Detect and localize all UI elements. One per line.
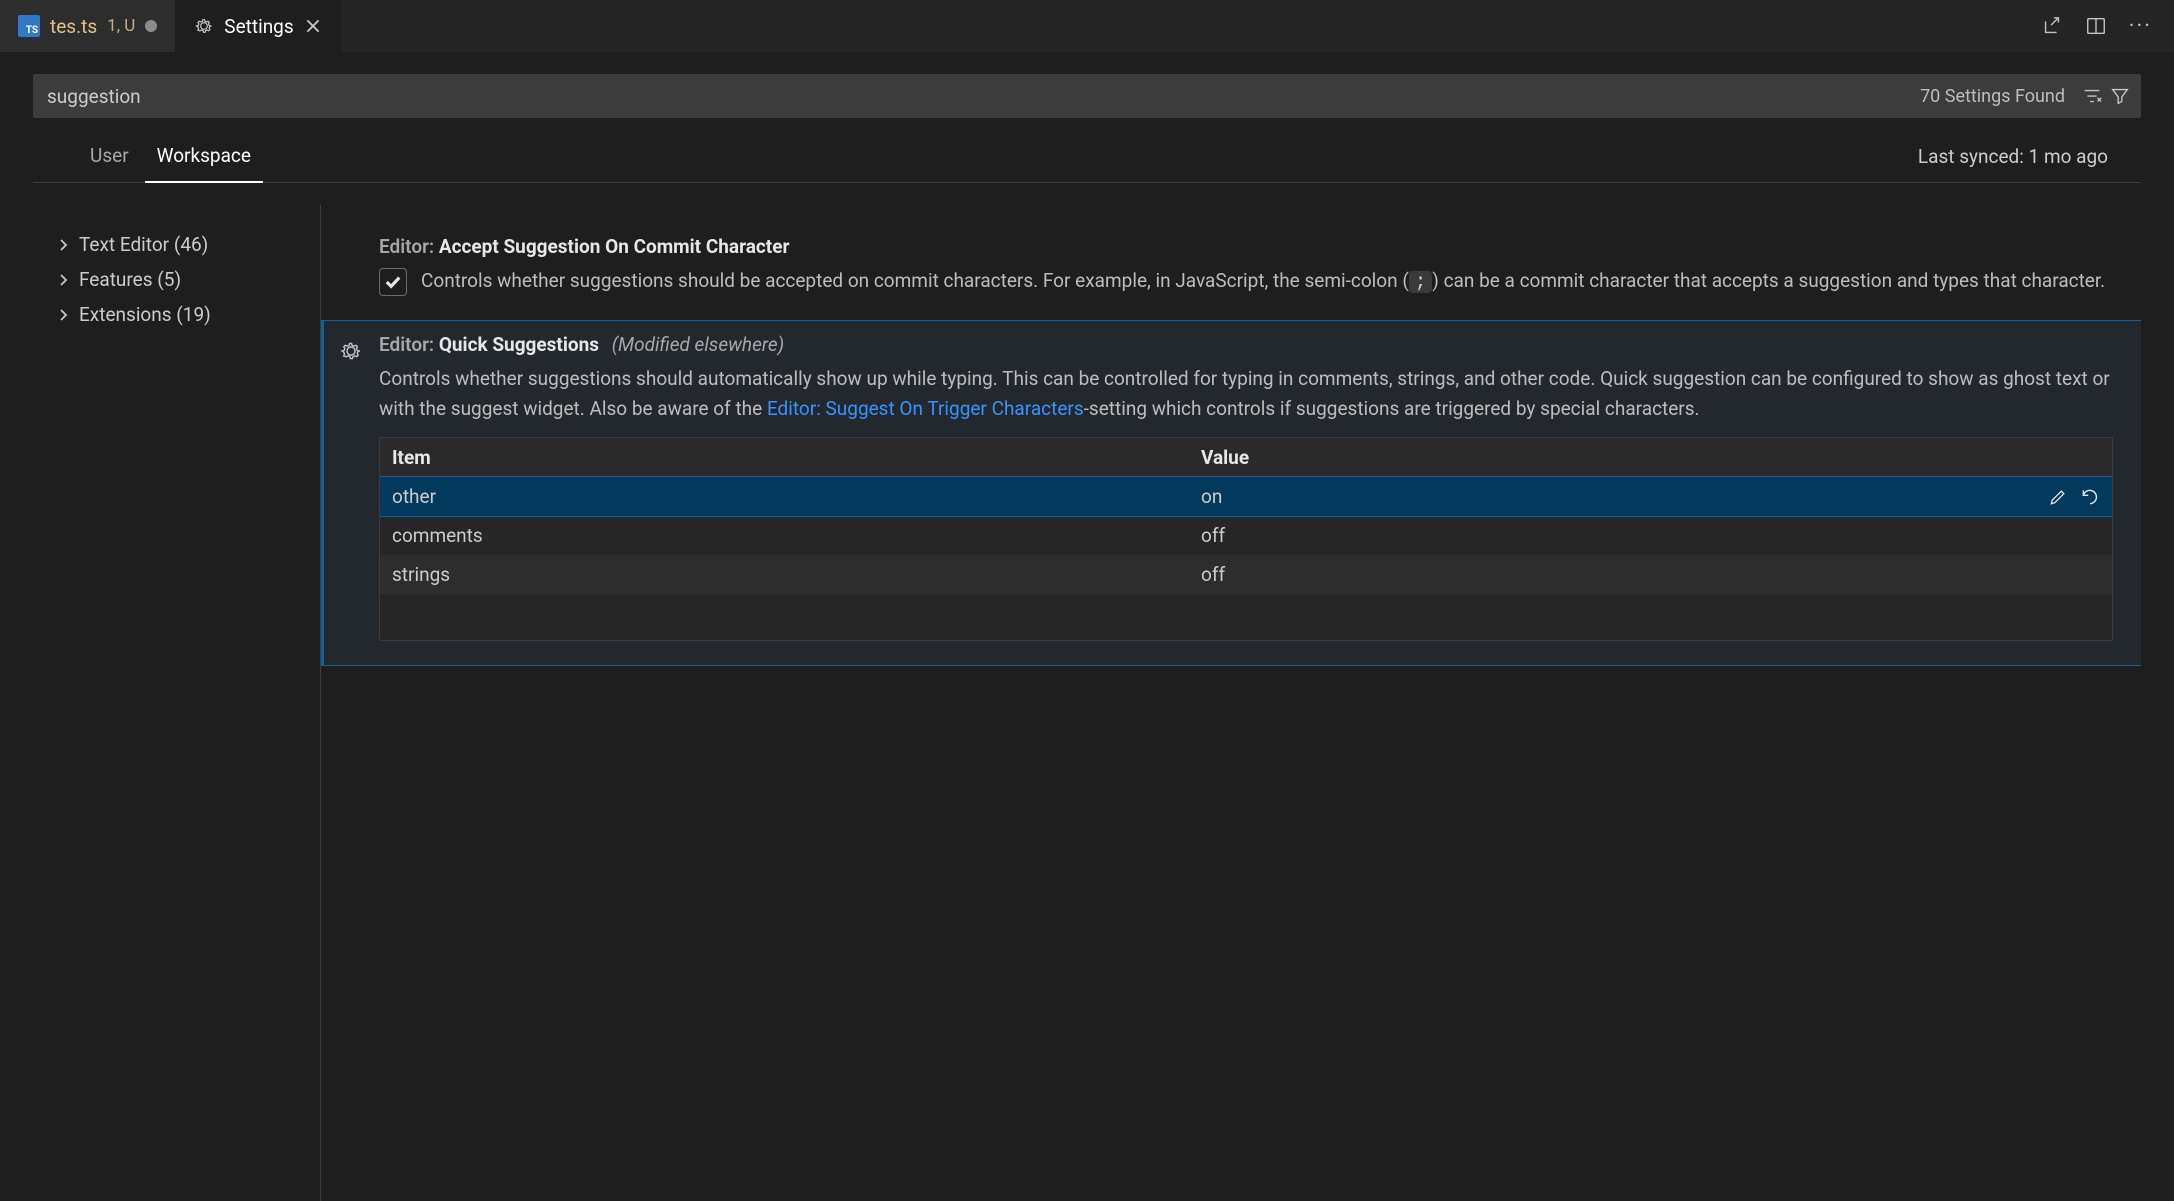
table-header: Item Value [380,438,2112,477]
tree-item-label: Features (5) [79,268,181,291]
table-row[interactable]: comments off [380,516,2112,555]
settings-scope-row: User Workspace Last synced: 1 mo ago [33,118,2141,183]
editor-tab-settings[interactable]: Settings [176,0,340,52]
tree-item-label: Text Editor (46) [79,233,208,256]
gear-icon[interactable] [339,339,363,363]
split-editor-icon[interactable] [2085,15,2107,37]
close-icon[interactable] [304,17,322,35]
setting-scope: Editor: [379,235,434,258]
setting-quick-suggestions[interactable]: Editor: Quick Suggestions (Modified else… [321,321,2141,665]
tree-item-extensions[interactable]: Extensions (19) [55,297,320,332]
chevron-right-icon [55,307,71,323]
row-item: comments [392,524,1201,547]
tree-item-label: Extensions (19) [79,303,211,326]
settings-search-input[interactable] [47,85,1920,108]
reset-icon[interactable] [2080,487,2100,507]
row-item: strings [392,563,1201,586]
col-item: Item [392,446,1201,469]
tab-file-status: 1, U [107,16,135,36]
chevron-right-icon [55,272,71,288]
settings-content: Editor: Accept Suggestion On Commit Char… [321,205,2141,1201]
row-value: off [1201,563,2010,586]
gear-icon [194,16,214,36]
editor-tab-file[interactable]: TS tes.ts 1, U [0,0,176,52]
setting-scope: Editor: [379,333,434,356]
tab-settings-label: Settings [224,15,293,38]
settings-result-count: 70 Settings Found [1920,86,2065,107]
col-value: Value [1201,446,2010,469]
settings-search-row: 70 Settings Found [0,52,2174,118]
setting-desc-code: ; [1409,271,1432,293]
editor-tab-bar: TS tes.ts 1, U Settings ··· [0,0,2174,52]
settings-tree: Text Editor (46) Features (5) Extensions… [33,205,321,1201]
clear-filter-icon[interactable] [2081,85,2103,107]
unsaved-dot-icon [145,20,157,32]
row-value: on [1201,485,2010,508]
setting-name: Quick Suggestions [439,333,599,356]
chevron-right-icon [55,237,71,253]
quick-suggestions-table: Item Value other on comments off [379,437,2113,641]
table-row[interactable]: strings off [380,555,2112,594]
table-row[interactable]: other on [380,477,2112,516]
setting-description: Controls whether suggestions should auto… [379,364,2113,423]
setting-modified-note: (Modified elsewhere) [612,333,784,356]
tree-item-text-editor[interactable]: Text Editor (46) [55,227,320,262]
edit-icon[interactable] [2048,487,2068,507]
settings-sync-status: Last synced: 1 mo ago [1918,145,2108,182]
tab-filename: tes.ts [50,15,97,38]
setting-checkbox[interactable] [379,268,407,296]
typescript-icon: TS [18,15,40,37]
settings-search-box: 70 Settings Found [33,74,2141,118]
filter-icon[interactable] [2109,85,2131,107]
open-changes-icon[interactable] [2041,15,2063,37]
row-value: off [1201,524,2010,547]
setting-accept-suggestion-on-commit-character: Editor: Accept Suggestion On Commit Char… [321,223,2141,321]
scope-tab-workspace[interactable]: Workspace [145,136,263,183]
setting-description: Controls whether suggestions should be a… [421,266,2105,297]
scope-tab-user[interactable]: User [78,136,141,183]
setting-desc-part: ) can be a commit character that accepts… [1432,269,2105,292]
more-actions-icon[interactable]: ··· [2129,14,2152,39]
setting-desc-part: -setting which controls if suggestions a… [1084,397,1700,420]
tree-item-features[interactable]: Features (5) [55,262,320,297]
row-item: other [392,485,1201,508]
table-spacer [380,594,2112,640]
setting-link-suggest-on-trigger[interactable]: Editor: Suggest On Trigger Characters [767,397,1084,420]
setting-name: Accept Suggestion On Commit Character [439,235,790,258]
check-icon [383,272,403,292]
setting-desc-part: Controls whether suggestions should be a… [421,269,1409,292]
